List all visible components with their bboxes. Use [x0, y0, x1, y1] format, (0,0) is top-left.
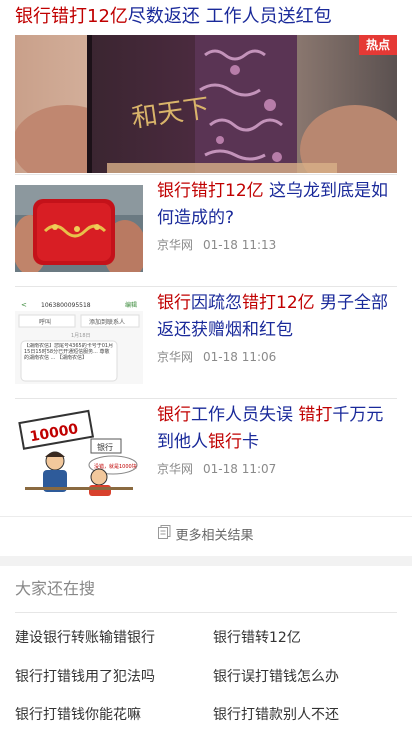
- news-title-part: 错打: [298, 405, 333, 425]
- news-title[interactable]: 银行错打12亿 这乌龙到底是如何造成的?: [157, 178, 397, 232]
- sms-header: 1063800095518: [41, 302, 91, 309]
- top-news-card[interactable]: 银行错打12亿尽数返还 工作人员送红包 和天下 热点: [15, 0, 397, 173]
- more-results-button[interactable]: 更多相关结果: [0, 516, 412, 557]
- news-title-part: 银行: [208, 432, 242, 452]
- news-text[interactable]: 银行因疏忽错打12亿 男子全部返还获赠烟和红包 京华网 01-18 11:06: [157, 290, 397, 365]
- related-search-item[interactable]: 银行打错钱你能花嘛: [15, 704, 141, 724]
- news-meta: 京华网 01-18 11:06: [157, 348, 397, 365]
- top-news-title[interactable]: 银行错打12亿尽数返还 工作人员送红包: [15, 2, 397, 32]
- related-search-item[interactable]: 银行打错款别人不还: [213, 704, 339, 724]
- news-title[interactable]: 银行工作人员失误 错打千万元到他人银行卡: [157, 402, 397, 456]
- news-title-part: 银行错打12亿: [157, 181, 264, 201]
- related-searches-title: 大家还在搜: [15, 566, 397, 613]
- news-thumb-red-envelope[interactable]: [15, 185, 143, 272]
- news-item[interactable]: 10000 银行 没错，就是1000块 银行工作人员失误 错打千万元到他人银行卡…: [15, 398, 397, 511]
- cigarette-box-photo: 和天下: [15, 35, 397, 173]
- news-meta: 京华网 01-18 11:13: [157, 236, 397, 253]
- sms-add-contact-button: 添加到联系人: [89, 318, 125, 326]
- bank-cartoon: 10000 银行 没错，就是1000块: [15, 409, 143, 496]
- news-source: 京华网: [157, 462, 194, 476]
- news-title-part: 错打12亿: [242, 293, 315, 313]
- sms-body: 【湖南农信】您尾号4365的卡号于01月15日15时58分已开通短信服务... …: [24, 343, 114, 361]
- news-title-part: 卡: [242, 432, 259, 452]
- red-envelope-photo: [15, 185, 143, 272]
- top-news-image[interactable]: 和天下 热点: [15, 35, 397, 173]
- hot-badge: 热点: [358, 35, 397, 55]
- document-icon: [158, 517, 171, 555]
- news-title-part: 银行: [157, 405, 191, 425]
- news-title-part: 银行: [157, 293, 191, 313]
- sms-screenshot: < 1063800095518 编辑 呼叫 添加到联系人 1月18日 【湖南农信…: [15, 297, 143, 384]
- news-text[interactable]: 银行错打12亿 这乌龙到底是如何造成的? 京华网 01-18 11:13: [157, 178, 397, 253]
- news-meta: 京华网 01-18 11:07: [157, 460, 397, 477]
- cartoon-label: 银行: [97, 442, 113, 452]
- news-source: 京华网: [157, 238, 194, 252]
- news-thumb-sms[interactable]: < 1063800095518 编辑 呼叫 添加到联系人 1月18日 【湖南农信…: [15, 297, 143, 384]
- news-source: 京华网: [157, 350, 194, 364]
- related-search-item[interactable]: 银行错转12亿: [213, 627, 301, 647]
- sms-date: 1月18日: [71, 333, 91, 339]
- related-search-item[interactable]: 银行打错钱用了犯法吗: [15, 666, 155, 686]
- news-item[interactable]: 银行错打12亿 这乌龙到底是如何造成的? 京华网 01-18 11:13: [15, 174, 397, 287]
- news-time: 01-18 11:07: [203, 462, 277, 476]
- related-search-item[interactable]: 银行误打错钱怎么办: [213, 666, 339, 686]
- svg-text:<: <: [21, 301, 27, 309]
- news-text[interactable]: 银行工作人员失误 错打千万元到他人银行卡 京华网 01-18 11:07: [157, 402, 397, 477]
- news-thumb-cartoon[interactable]: 10000 银行 没错，就是1000块: [15, 409, 143, 496]
- more-results-label: 更多相关结果: [175, 528, 254, 544]
- top-news-title-rest: 尽数返还 工作人员送红包: [127, 6, 332, 27]
- news-title[interactable]: 银行因疏忽错打12亿 男子全部返还获赠烟和红包: [157, 290, 397, 344]
- top-news-title-highlight: 银行错打12亿: [15, 6, 128, 27]
- sms-edit: 编辑: [125, 301, 137, 309]
- news-title-part: 因疏忽: [191, 293, 242, 313]
- news-title-part: 工作人员失误: [191, 405, 299, 425]
- section-divider: [0, 556, 412, 566]
- news-time: 01-18 11:13: [203, 238, 277, 252]
- related-search-item[interactable]: 建设银行转账输错银行: [15, 627, 155, 647]
- news-time: 01-18 11:06: [203, 350, 277, 364]
- news-item[interactable]: < 1063800095518 编辑 呼叫 添加到联系人 1月18日 【湖南农信…: [15, 286, 397, 399]
- sms-call-button: 呼叫: [39, 318, 51, 326]
